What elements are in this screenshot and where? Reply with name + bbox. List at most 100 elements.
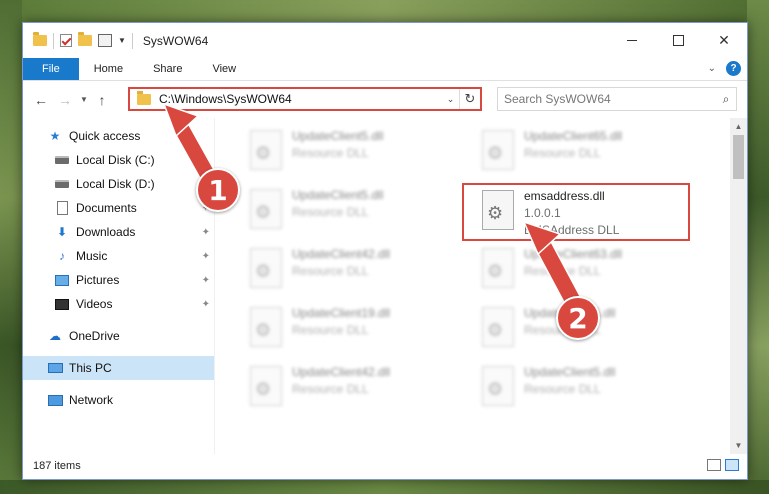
refresh-button[interactable]: ↻ bbox=[460, 91, 480, 107]
dll-file-icon bbox=[250, 130, 282, 170]
back-button[interactable]: ← bbox=[29, 92, 53, 108]
new-folder-icon[interactable] bbox=[78, 32, 92, 46]
sidebar-item-local-disk-d[interactable]: Local Disk (D:) bbox=[23, 172, 214, 196]
download-icon: ⬇ bbox=[56, 225, 68, 239]
cloud-icon: ☁ bbox=[49, 329, 61, 343]
sidebar-item-quick-access[interactable]: ★ Quick access bbox=[23, 124, 214, 148]
file-name: UpdateClient5.dll bbox=[292, 188, 384, 202]
forward-button[interactable]: → bbox=[53, 92, 77, 108]
list-item[interactable]: UpdateClient42.dll Resource DLL bbox=[250, 362, 470, 418]
details-view-icon[interactable] bbox=[707, 459, 721, 471]
sidebar-item-onedrive[interactable]: ☁ OneDrive bbox=[23, 324, 214, 348]
sidebar-item-pictures[interactable]: Pictures ✦ bbox=[23, 268, 214, 292]
desktop-background-left bbox=[0, 0, 22, 494]
file-list: UpdateClient5.dll Resource DLL UpdateClie… bbox=[215, 118, 747, 454]
dll-file-icon bbox=[482, 248, 514, 288]
sidebar-item-music[interactable]: ♪ Music ✦ bbox=[23, 244, 214, 268]
pin-icon[interactable]: ✦ bbox=[202, 275, 210, 286]
dll-file-icon bbox=[250, 307, 282, 347]
toolbar-divider bbox=[53, 32, 54, 49]
list-item[interactable]: UpdateClient5.dll Resource DLL bbox=[482, 362, 702, 418]
sidebar-item-label: Network bbox=[69, 393, 114, 407]
address-path[interactable]: C:\Windows\SysWOW64 bbox=[159, 92, 442, 106]
list-item[interactable]: UpdateClient5.dll Resource DLL bbox=[250, 185, 470, 241]
navigation-pane: ★ Quick access Local Disk (C:) ✦ Local D… bbox=[23, 118, 215, 454]
sidebar-item-label: Videos bbox=[76, 297, 113, 311]
file-type: Resource DLL bbox=[524, 146, 601, 160]
list-item[interactable]: UpdateClient5.dll Resource DLL bbox=[250, 126, 470, 182]
file-type: Resource DLL bbox=[292, 264, 369, 278]
item-count: 187 items bbox=[33, 460, 81, 472]
file-type: Resource DLL bbox=[524, 264, 601, 278]
desktop-background-top bbox=[0, 0, 769, 22]
sidebar-item-label: Documents bbox=[76, 201, 137, 215]
computer-icon bbox=[47, 361, 63, 375]
sidebar-item-label: Quick access bbox=[69, 129, 141, 143]
file-name: UpdateClient42.dll bbox=[292, 247, 391, 261]
close-button[interactable]: ✕ bbox=[701, 23, 747, 58]
chevron-down-icon[interactable]: ▼ bbox=[118, 36, 126, 45]
properties-check-icon[interactable] bbox=[60, 34, 72, 47]
recent-locations-button[interactable]: ▼ bbox=[77, 95, 91, 104]
sidebar-item-downloads[interactable]: ⬇ Downloads ✦ bbox=[23, 220, 214, 244]
sidebar-item-label: This PC bbox=[69, 361, 112, 375]
file-name: UpdateClient65.dll bbox=[524, 129, 623, 143]
sidebar-item-label: Local Disk (C:) bbox=[76, 153, 155, 167]
tab-share[interactable]: Share bbox=[138, 58, 197, 80]
file-type: Resource DLL bbox=[292, 323, 369, 337]
sidebar-item-documents[interactable]: Documents ✦ bbox=[23, 196, 214, 220]
address-dropdown-button[interactable]: ⌄ bbox=[442, 89, 460, 109]
scroll-down-button[interactable]: ▼ bbox=[730, 437, 747, 454]
minimize-button[interactable] bbox=[609, 23, 655, 58]
list-item[interactable]: UpdateClient42.dll Resource DLL bbox=[250, 244, 470, 300]
desktop-background-right bbox=[747, 0, 769, 494]
sidebar-item-network[interactable]: Network bbox=[23, 388, 214, 412]
pin-icon[interactable]: ✦ bbox=[202, 227, 210, 238]
help-icon[interactable]: ? bbox=[726, 61, 741, 76]
folder-icon bbox=[33, 32, 47, 46]
search-icon[interactable]: ⌕ bbox=[716, 92, 736, 107]
tiles-view-icon[interactable] bbox=[725, 459, 739, 471]
window-controls: ✕ bbox=[609, 23, 747, 58]
pin-icon[interactable]: ✦ bbox=[202, 251, 210, 262]
list-item[interactable]: UpdateClient19.dll Resource DLL bbox=[250, 303, 470, 359]
sidebar-item-label: OneDrive bbox=[69, 329, 120, 343]
file-name: UpdateClient42.dll bbox=[292, 365, 391, 379]
expand-ribbon-icon[interactable]: ⌄ bbox=[708, 63, 716, 74]
star-icon: ★ bbox=[49, 129, 61, 143]
main-body: ★ Quick access Local Disk (C:) ✦ Local D… bbox=[23, 118, 747, 454]
search-input[interactable]: Search SysWOW64 ⌕ bbox=[497, 87, 737, 111]
scroll-thumb[interactable] bbox=[733, 135, 744, 179]
dll-file-icon bbox=[250, 189, 282, 229]
list-item[interactable]: UpdateClient65.dll Resource DLL bbox=[482, 126, 702, 182]
file-name: UpdateClient5.dll bbox=[292, 129, 384, 143]
file-name: UpdateClient63.dll bbox=[524, 247, 623, 261]
list-item[interactable]: UpdateClient63.dll Resource DLL bbox=[482, 244, 702, 300]
folder-icon bbox=[137, 90, 151, 105]
address-row: ← → ▼ ↑ C:\Windows\SysWOW64 ⌄ ↻ Search S… bbox=[23, 81, 747, 118]
file-type: Resource DLL bbox=[292, 205, 369, 219]
disk-icon bbox=[54, 177, 70, 191]
pin-icon[interactable]: ✦ bbox=[202, 155, 210, 166]
title-bar: ▼ SysWOW64 ✕ bbox=[23, 23, 747, 58]
up-button[interactable]: ↑ bbox=[91, 92, 113, 108]
videos-icon bbox=[54, 297, 70, 311]
address-bar[interactable]: C:\Windows\SysWOW64 ⌄ ↻ bbox=[128, 87, 482, 111]
sidebar-item-videos[interactable]: Videos ✦ bbox=[23, 292, 214, 316]
sidebar-item-this-pc[interactable]: This PC bbox=[23, 356, 214, 380]
dll-file-icon bbox=[482, 307, 514, 347]
tab-view[interactable]: View bbox=[197, 58, 251, 80]
file-type: Resource DLL bbox=[292, 146, 369, 160]
sidebar-item-label: Music bbox=[76, 249, 108, 263]
customize-icon[interactable] bbox=[98, 34, 112, 47]
vertical-scrollbar[interactable]: ▲ ▼ bbox=[730, 118, 747, 454]
scroll-up-button[interactable]: ▲ bbox=[730, 118, 747, 135]
tab-file[interactable]: File bbox=[23, 58, 79, 80]
status-bar: 187 items bbox=[23, 453, 747, 479]
maximize-button[interactable] bbox=[655, 23, 701, 58]
disk-icon bbox=[54, 153, 70, 167]
tab-home[interactable]: Home bbox=[79, 58, 138, 80]
sidebar-item-label: Local Disk (D:) bbox=[76, 177, 155, 191]
sidebar-item-local-disk-c[interactable]: Local Disk (C:) ✦ bbox=[23, 148, 214, 172]
pin-icon[interactable]: ✦ bbox=[202, 299, 210, 310]
